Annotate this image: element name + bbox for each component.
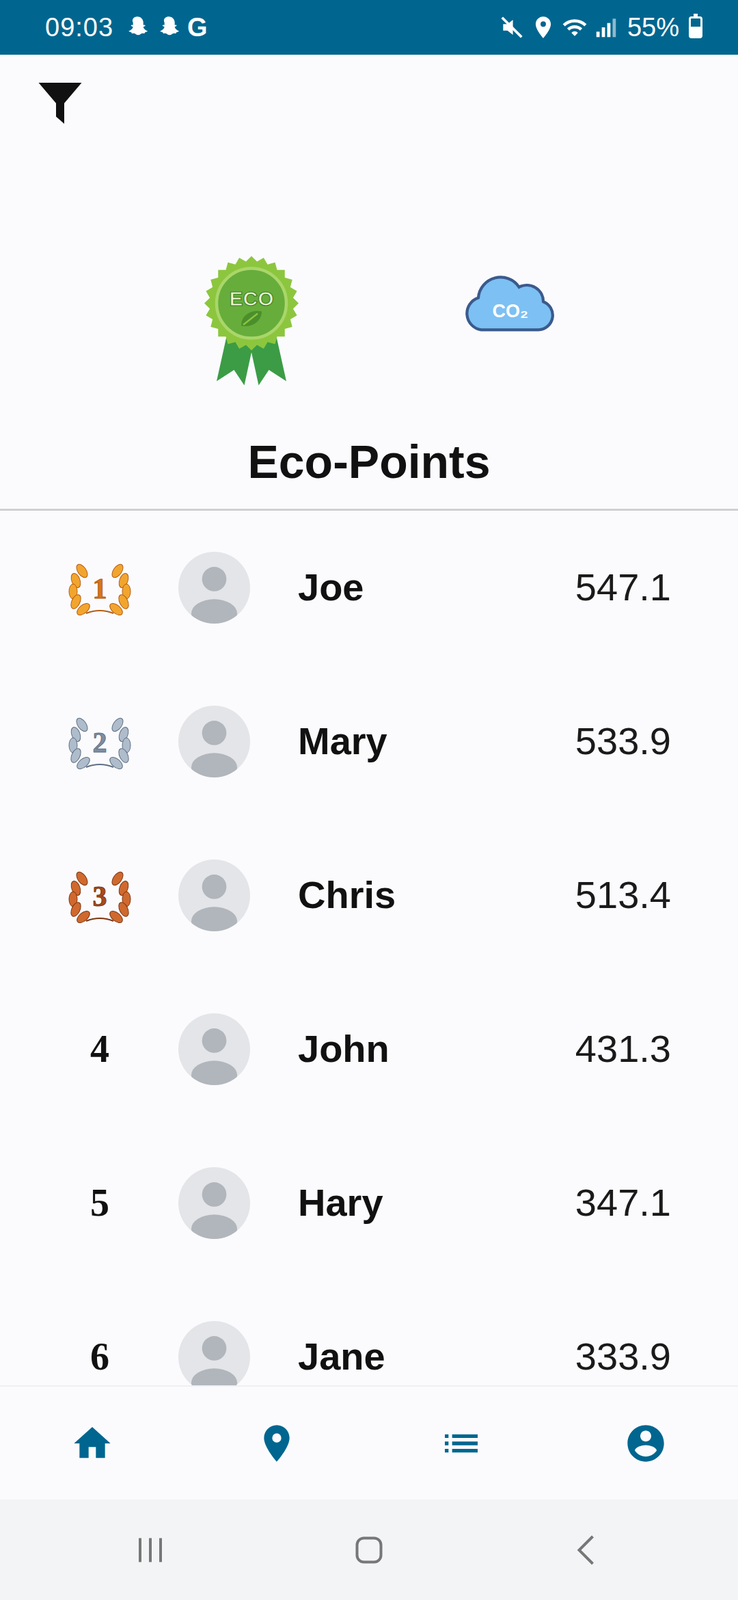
leaderboard-row[interactable]: 5 Hary347.1 — [0, 1125, 738, 1280]
avatar-icon — [178, 858, 251, 931]
player-name: Mary — [297, 712, 576, 770]
list-icon[interactable] — [439, 1420, 484, 1465]
player-points: 513.4 — [575, 865, 672, 924]
avatar-icon — [178, 705, 251, 777]
gold-medal-icon: 1 — [65, 558, 134, 616]
battery-icon — [688, 16, 703, 39]
bottom-nav — [0, 1384, 738, 1499]
battery-fill — [690, 26, 701, 37]
rank-number: 4 — [90, 1019, 110, 1077]
snapchat-icon — [155, 14, 182, 41]
icon-text: 2 — [92, 726, 108, 758]
leaderboard-row[interactable]: 3 Chris513.4 — [0, 817, 738, 972]
player-name: Joe — [297, 558, 576, 616]
player-points: 347.1 — [575, 1173, 672, 1231]
leaderboard-row[interactable]: 2 Mary533.9 — [0, 664, 738, 818]
player-points: 333.9 — [575, 1327, 672, 1385]
icon-text: ECO — [228, 287, 274, 310]
leaderboard-list: 1 Joe547.1 2 Mary533.9 3 Chris513.4 4 John431.3… — [0, 510, 738, 1385]
rank-number: 5 — [90, 1173, 110, 1231]
nav-item[interactable] — [369, 1385, 554, 1499]
co2-cloud-icon: CO₂ — [459, 270, 557, 337]
map-pin-icon[interactable] — [254, 1420, 299, 1465]
player-name: Chris — [297, 865, 576, 924]
player-points: 431.3 — [575, 1019, 672, 1077]
leaderboard-row[interactable]: 6 Jane333.9 — [0, 1279, 738, 1385]
status-left: 09:03 G — [45, 8, 208, 48]
header-icons: ECO CO₂ — [0, 253, 738, 388]
icon-text: 3 — [92, 880, 108, 912]
player-points: 547.1 — [575, 558, 672, 616]
header-divider — [0, 508, 738, 511]
player-points: 533.9 — [575, 712, 672, 770]
system-nav — [0, 1498, 738, 1599]
status-bar: 09:03 G 55% — [0, 0, 738, 55]
bronze-medal-icon: 3 — [65, 865, 134, 924]
system-button[interactable] — [519, 1528, 656, 1570]
home-button-icon[interactable] — [348, 1528, 390, 1570]
battery-percent: 55% — [627, 8, 680, 48]
wifi-icon — [561, 14, 588, 41]
clock: 09:03 — [45, 8, 114, 48]
nav-item[interactable] — [553, 1385, 738, 1499]
rank-cell: 2 — [65, 712, 134, 770]
player-name: Jane — [297, 1327, 576, 1385]
avatar-icon — [178, 1320, 251, 1385]
header-top — [0, 54, 738, 182]
rank-cell: 6 — [65, 1327, 134, 1385]
nav-item[interactable] — [0, 1385, 185, 1499]
rank-cell: 1 — [65, 558, 134, 616]
status-right: 55% — [498, 8, 703, 48]
leaderboard-row[interactable]: 4 John431.3 — [0, 971, 738, 1126]
filter-icon[interactable] — [35, 78, 85, 128]
avatar-icon — [178, 551, 251, 624]
back-icon[interactable] — [567, 1528, 609, 1570]
player-name: John — [297, 1019, 576, 1077]
icon-text: 1 — [92, 572, 108, 605]
snapchat-icon — [124, 14, 151, 41]
page-title: Eco-Points — [0, 433, 738, 490]
eco-badge-icon: ECO — [200, 253, 303, 388]
nav-item[interactable] — [184, 1385, 369, 1499]
avatar-icon — [178, 1012, 251, 1085]
rank-cell: 5 — [65, 1173, 134, 1231]
rank-cell: 4 — [65, 1019, 134, 1077]
home-icon[interactable] — [70, 1420, 115, 1465]
account-icon[interactable] — [623, 1420, 668, 1465]
rank-cell: 3 — [65, 865, 134, 924]
system-button[interactable] — [300, 1528, 438, 1570]
rank-number: 6 — [90, 1327, 110, 1385]
mute-icon — [498, 14, 525, 41]
recents-icon[interactable] — [129, 1528, 171, 1570]
signal-icon — [593, 14, 620, 41]
silver-medal-icon: 2 — [65, 712, 134, 770]
icon-text: CO₂ — [492, 300, 529, 322]
player-name: Hary — [297, 1173, 576, 1231]
avatar-icon — [178, 1166, 251, 1239]
location-icon — [530, 14, 557, 41]
header: ECO CO₂ Eco-Points — [0, 54, 738, 511]
carrier: G — [187, 8, 208, 48]
leaderboard-row[interactable]: 1 Joe547.1 — [0, 510, 738, 665]
system-button[interactable] — [82, 1528, 219, 1570]
